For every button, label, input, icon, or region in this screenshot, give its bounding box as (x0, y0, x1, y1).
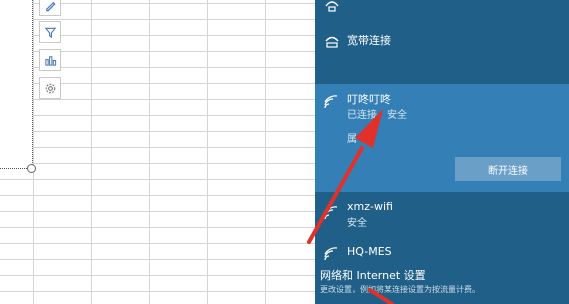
network-item-hq-mes[interactable]: HQ-MES (315, 240, 569, 264)
chart-elements-button[interactable] (39, 0, 61, 16)
chart-selection-frame[interactable] (0, 0, 33, 169)
network-name: HQ-MES (347, 245, 392, 258)
properties-link[interactable]: 属 (347, 130, 357, 145)
wifi-icon (324, 95, 338, 109)
network-name: 叮咚叮咚 (347, 93, 391, 106)
disconnect-button[interactable]: 断开连接 (455, 157, 561, 181)
network-item-xmz-wifi[interactable]: xmz-wifi 安全 (315, 196, 569, 230)
network-flyout: 宽带连接 叮咚叮咚 已连接，安全 属 断开连接 xmz-wifi 安全 HQ-M… (315, 0, 569, 304)
chart-settings-button[interactable] (39, 77, 61, 99)
filter-icon (44, 27, 56, 38)
pen-icon (45, 1, 56, 11)
network-name: xmz-wifi (347, 200, 393, 213)
network-status: 安全 (347, 218, 367, 229)
wifi-icon (324, 247, 338, 261)
chart-resize-handle[interactable] (27, 164, 36, 173)
chart-filter-button[interactable] (39, 21, 61, 43)
wifi-icon (324, 206, 338, 220)
spreadsheet-grid[interactable] (0, 0, 315, 304)
network-item-broadband[interactable]: 宽带连接 (315, 26, 569, 56)
network-item-active[interactable]: 叮咚叮咚 已连接，安全 属 断开连接 (315, 84, 569, 192)
dialup-icon (325, 36, 339, 48)
gear-icon (45, 83, 55, 93)
network-settings-link[interactable]: 网络和 Internet 设置 (320, 267, 426, 283)
network-status: 已连接，安全 (347, 110, 407, 121)
chart-style-icon (44, 55, 56, 66)
chart-style-button[interactable] (39, 49, 61, 71)
network-item-ethernet[interactable] (315, 0, 569, 14)
network-settings-description: 更改设置，例如将某连接设置为按流量计费。 (320, 285, 480, 294)
ethernet-icon (325, 1, 339, 12)
network-name: 宽带连接 (347, 34, 391, 47)
